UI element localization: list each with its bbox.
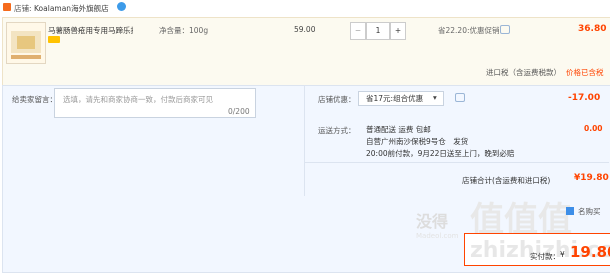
product-spec: 净含量：100g: [159, 26, 209, 35]
divider: [304, 162, 609, 163]
product-thumbnail[interactable]: [6, 22, 46, 64]
divider: [304, 86, 305, 196]
anonymous-purchase-checkbox[interactable]: [566, 207, 574, 215]
payment-amount: 19.80: [570, 243, 610, 261]
promotion-saving: 省22.20:优惠促销: [438, 26, 500, 35]
message-char-counter: 0/200: [228, 107, 250, 116]
watermark-text: 没得: [416, 212, 449, 231]
tax-included-label: 价格已含税: [566, 68, 604, 77]
shop-label: 店铺:: [14, 4, 32, 13]
delivery-promise: 20:00前付款，9月22日送至上门，晚到必赔: [366, 149, 515, 158]
store-coupon-selected: 省17元:组合优惠: [366, 94, 424, 103]
store-coupon-label: 店铺优惠：: [318, 95, 356, 104]
shipping-label: 运送方式：: [318, 126, 356, 135]
chat-icon[interactable]: [117, 2, 126, 11]
product-title-link[interactable]: 马薯肠兽疮用专用马蹄乐抹摩聪...: [48, 25, 133, 36]
store-total-value: ¥19.80: [574, 173, 609, 183]
shop-name-link[interactable]: Koalaman海外旗舰店: [34, 3, 109, 14]
coupon-info-icon[interactable]: [455, 93, 465, 102]
import-tax-note: 进口税（含运费税款）: [486, 68, 561, 77]
currency-symbol: ¥: [560, 250, 565, 259]
shipping-fee: 0.00: [584, 124, 603, 133]
item-total: 36.80: [578, 24, 607, 34]
promotion-info-icon[interactable]: [500, 25, 510, 34]
coupon-amount: -17.00: [568, 93, 601, 103]
quantity-decrease-button[interactable]: −: [350, 22, 366, 40]
shop-icon: [3, 3, 11, 11]
payment-label: 实付款：: [530, 252, 560, 261]
promo-badge-icon: [48, 36, 60, 43]
quantity-input[interactable]: 1: [366, 22, 390, 40]
shipping-warehouse: 自营广州南沙保税9号仓 发货: [366, 137, 469, 146]
chevron-down-icon: ▾: [433, 93, 437, 102]
shipping-method: 普通配送 运费 包邮: [366, 125, 431, 134]
anonymous-purchase-label: 名购买: [578, 207, 601, 216]
quantity-increase-button[interactable]: +: [390, 22, 406, 40]
watermark-site: Madeol.com: [416, 232, 459, 240]
message-label: 给卖家留言：: [12, 95, 57, 104]
store-total-label: 店铺合计(含运费和进口税): [462, 176, 551, 185]
message-placeholder: 选填，请先和商家协商一致，付款后商家可见: [63, 95, 213, 104]
unit-price: 59.00: [294, 25, 316, 34]
